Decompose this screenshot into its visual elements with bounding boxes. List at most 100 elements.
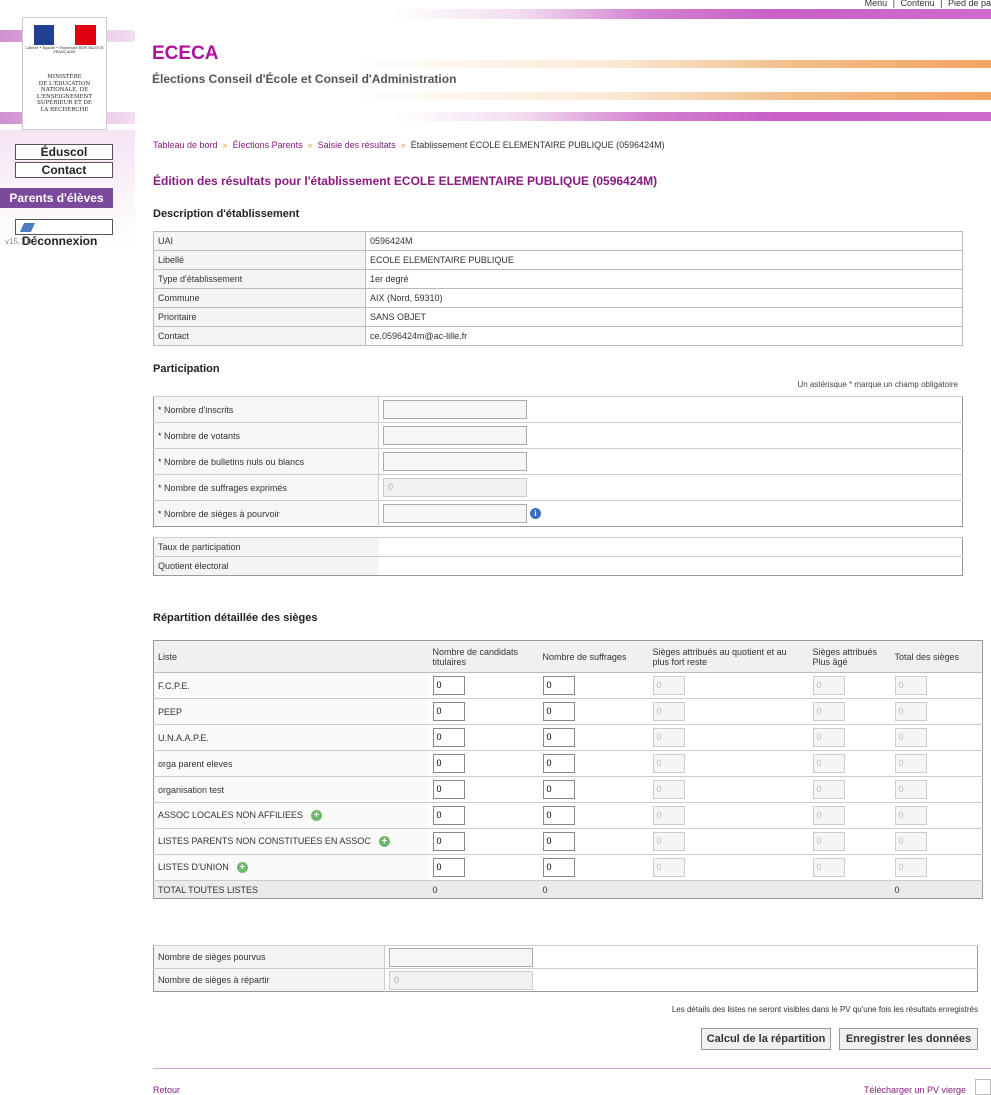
table-row: Type d'établissement 1er degré bbox=[153, 269, 963, 289]
suffrages-input[interactable]: 0 bbox=[542, 728, 575, 747]
retour-link[interactable]: Retour bbox=[153, 1085, 180, 1095]
total-field: 0 bbox=[894, 858, 927, 877]
sidebar-item-contact[interactable]: Contact bbox=[15, 162, 113, 178]
description-table: UAI 0596424M Libellé ECOLE ELEMENTAIRE PUB… bbox=[153, 231, 963, 346]
suffrages-input[interactable]: 0 bbox=[542, 702, 575, 721]
pdf-icon[interactable] bbox=[975, 1079, 991, 1095]
suffrages-input[interactable]: 0 bbox=[542, 832, 575, 851]
breadcrumb: Tableau de bord » Élections Parents » Saisie… bbox=[153, 140, 665, 150]
candidats-input[interactable]: 0 bbox=[432, 806, 465, 825]
cell: 0 bbox=[538, 750, 649, 777]
skip-separator: | bbox=[892, 0, 896, 8]
total-field: 0 bbox=[894, 728, 927, 747]
suffrages-input[interactable]: 0 bbox=[542, 858, 575, 877]
candidats-input[interactable]: 0 bbox=[432, 702, 465, 721]
suffrages-input[interactable]: 0 bbox=[542, 780, 575, 799]
breadcrumb-tableau-de-bord[interactable]: Tableau de bord bbox=[153, 140, 218, 150]
plus-age-field: 0 bbox=[812, 858, 845, 877]
sieges-table: Nombre de sièges pourvus Nombre de siège… bbox=[153, 945, 978, 992]
plug-icon bbox=[19, 223, 36, 233]
table-header-row: Liste Nombre de candidats titulaires Nom… bbox=[153, 640, 983, 673]
sidebar-item-parents[interactable]: Parents d'élèves bbox=[0, 188, 113, 208]
sidebar-item-logout[interactable]: Déconnexion bbox=[15, 219, 113, 248]
candidats-input[interactable]: 0 bbox=[432, 754, 465, 773]
add-icon[interactable]: + bbox=[378, 836, 390, 848]
enregistrer-button[interactable]: Enregistrer les données bbox=[839, 1028, 978, 1050]
field-cell bbox=[378, 396, 963, 423]
flag-white bbox=[54, 25, 75, 45]
header-stripe bbox=[350, 92, 991, 100]
inscrits-input[interactable] bbox=[383, 400, 527, 419]
candidats-input[interactable]: 0 bbox=[432, 858, 465, 877]
required-note: Un astérisque * marque un champ obligato… bbox=[797, 380, 958, 389]
flag-blue bbox=[33, 25, 55, 45]
header-band-top bbox=[135, 9, 991, 19]
col-header-candidats: Nombre de candidats titulaires bbox=[428, 640, 539, 673]
pv-vierge-link[interactable]: Télécharger un PV vierge bbox=[864, 1085, 966, 1095]
sidebar-item-eduscol[interactable]: Éduscol bbox=[15, 144, 113, 160]
desc-value: SANS OBJET bbox=[365, 307, 963, 327]
nuls-blancs-input[interactable] bbox=[383, 452, 527, 471]
stat-label: Quotient électoral bbox=[153, 556, 379, 576]
table-row: Libellé ECOLE ELEMENTAIRE PUBLIQUE bbox=[153, 250, 963, 270]
repartition-title: Répartition détaillée des sièges bbox=[153, 612, 318, 624]
desc-label: UAI bbox=[153, 231, 366, 251]
candidats-input[interactable]: 0 bbox=[432, 780, 465, 799]
table-row: Commune AIX (Nord, 59310) bbox=[153, 288, 963, 308]
sieges-pourvoir-input[interactable] bbox=[383, 504, 527, 523]
cell: 0 bbox=[808, 802, 891, 829]
cell: 0 bbox=[648, 776, 809, 803]
table-row: organisation test 0 0 0 0 0 bbox=[153, 776, 983, 803]
suffrages-input[interactable]: 0 bbox=[542, 754, 575, 773]
cell: 0 bbox=[808, 698, 891, 725]
cell: 0 bbox=[808, 776, 891, 803]
total-suffrages: 0 bbox=[538, 880, 649, 899]
breadcrumb-elections-parents[interactable]: Élections Parents bbox=[233, 140, 303, 150]
candidats-input[interactable]: 0 bbox=[432, 728, 465, 747]
cell: 0 bbox=[538, 802, 649, 829]
candidats-input[interactable]: 0 bbox=[432, 832, 465, 851]
calcul-repartition-button[interactable]: Calcul de la répartition bbox=[701, 1028, 831, 1050]
skip-link-menu[interactable]: Menu bbox=[865, 0, 888, 8]
plus-age-field: 0 bbox=[812, 754, 845, 773]
plus-age-field: 0 bbox=[812, 780, 845, 799]
field-cell: 0 bbox=[378, 474, 963, 501]
table-row: Contact ce.0596424m@ac-lille.fr bbox=[153, 326, 963, 346]
skip-link-contenu[interactable]: Contenu bbox=[901, 0, 935, 8]
candidats-input[interactable]: 0 bbox=[432, 676, 465, 695]
add-icon[interactable]: + bbox=[311, 810, 323, 822]
desc-value: ECOLE ELEMENTAIRE PUBLIQUE bbox=[365, 250, 963, 270]
suffrages-input[interactable]: 0 bbox=[542, 676, 575, 695]
col-header-suffrages: Nombre de suffrages bbox=[538, 640, 649, 673]
plus-age-field: 0 bbox=[812, 702, 845, 721]
skip-link-pied[interactable]: Pied de pa bbox=[948, 0, 991, 8]
sieges-label: Nombre de sièges pourvus bbox=[153, 945, 385, 969]
info-icon[interactable]: i bbox=[530, 508, 541, 519]
participation-table: * Nombre d'inscrits * Nombre de votants … bbox=[153, 396, 963, 527]
sieges-pourvus-input[interactable] bbox=[389, 947, 533, 967]
breadcrumb-saisie-resultats[interactable]: Saisie des résultats bbox=[318, 140, 396, 150]
field-cell: 0 bbox=[384, 968, 978, 992]
pv-note: Les détails des listes ne seront visible… bbox=[671, 1005, 978, 1014]
skip-separator: | bbox=[940, 0, 943, 8]
table-row: ASSOC LOCALES NON AFFILIEES + 0 0 0 0 0 bbox=[153, 802, 983, 829]
total-sieges: 0 bbox=[890, 880, 983, 899]
plus-age-field: 0 bbox=[812, 728, 845, 747]
votants-input[interactable] bbox=[383, 426, 527, 445]
cell: 0 bbox=[890, 698, 983, 725]
cell: 0 bbox=[808, 672, 891, 699]
breadcrumb-separator: » bbox=[222, 140, 228, 150]
table-row: * Nombre de votants bbox=[153, 422, 963, 449]
stat-value bbox=[378, 537, 963, 557]
add-icon[interactable]: + bbox=[236, 862, 248, 874]
suffrages-input[interactable]: 0 bbox=[542, 806, 575, 825]
ministry-logo[interactable]: Liberté • Égalité • Fraternité RÉPUBLIQU… bbox=[22, 17, 107, 130]
table-row: Taux de participation bbox=[153, 537, 963, 557]
cell: 0 bbox=[428, 750, 539, 777]
cell: 0 bbox=[890, 854, 983, 881]
app-title: ECECA bbox=[152, 43, 219, 64]
total-field: 0 bbox=[894, 676, 927, 695]
footer-divider bbox=[153, 1068, 991, 1069]
plus-age-field: 0 bbox=[812, 806, 845, 825]
quotient-field: 0 bbox=[652, 754, 685, 773]
